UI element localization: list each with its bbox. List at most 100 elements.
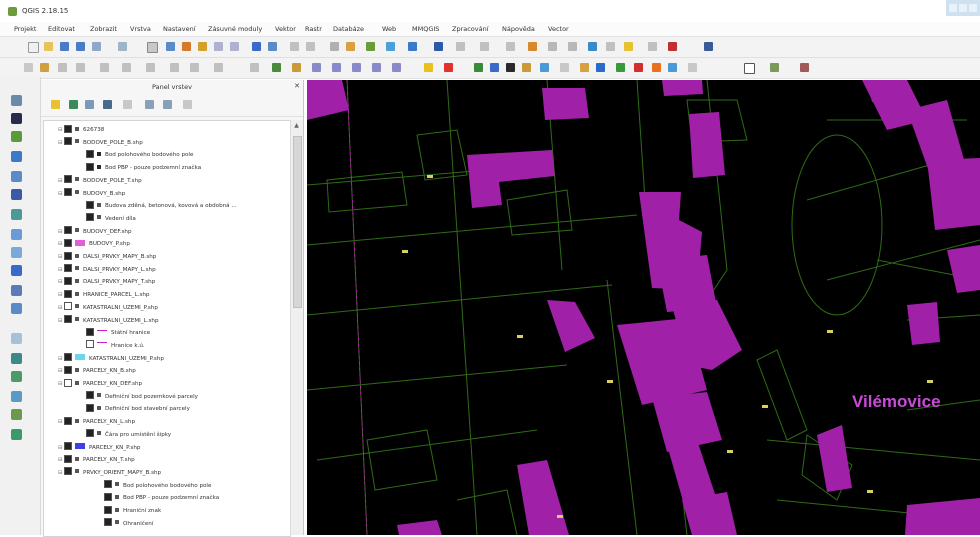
- add-postgis-icon[interactable]: [506, 63, 515, 72]
- label-icon[interactable]: [272, 63, 281, 72]
- map-drawing[interactable]: [307, 80, 980, 535]
- menu-web[interactable]: Web: [382, 25, 396, 33]
- layer-visibility-checkbox[interactable]: [104, 505, 112, 514]
- add-delimited-icon[interactable]: [580, 63, 589, 72]
- toggle-editing-icon[interactable]: [40, 63, 49, 72]
- window-controls[interactable]: [946, 0, 980, 16]
- layer-visibility-checkbox[interactable]: [86, 200, 94, 209]
- layer-tree-item[interactable]: ⊟ BODOVE_POLE_T.shp: [58, 175, 142, 187]
- rectangle-icon[interactable]: [744, 63, 755, 74]
- field-calculator-icon[interactable]: [528, 42, 537, 51]
- add-delimited-text-icon[interactable]: [11, 333, 22, 344]
- menu-projekt[interactable]: Projekt: [14, 25, 36, 33]
- highlight-icon[interactable]: [424, 63, 433, 72]
- close-icon[interactable]: [969, 4, 977, 12]
- browser-icon[interactable]: [688, 63, 697, 72]
- zoom-last-icon[interactable]: [290, 42, 299, 51]
- layer-tree-item[interactable]: Státní hranice: [80, 327, 150, 339]
- add-spatialite-layer-icon[interactable]: [11, 209, 22, 220]
- new-project-icon[interactable]: [28, 42, 39, 53]
- remove-layer-icon[interactable]: [634, 63, 643, 72]
- layer-tree-item[interactable]: ⊟ DALSI_PRVKY_MAPY_L.shp: [58, 264, 156, 276]
- layer-tree-item[interactable]: ⊟ PARCELY_KN_B.shp: [58, 365, 136, 377]
- layer-tree-item[interactable]: ⊟ 626738: [58, 124, 104, 136]
- layer-visibility-checkbox[interactable]: [104, 492, 112, 501]
- zoom-layer-icon[interactable]: [268, 42, 277, 51]
- layer-tree-item[interactable]: Hranice k.ú.: [80, 340, 145, 352]
- layer-tree-item[interactable]: ⊟ BUDOVY_DEF.shp: [58, 226, 132, 238]
- layer-visibility-checkbox[interactable]: [64, 264, 72, 273]
- layer-visibility-checkbox[interactable]: [86, 391, 94, 400]
- statistics-icon[interactable]: [548, 42, 557, 51]
- layer-tree-item[interactable]: ⊟ PARCELY_KN_T.shp: [58, 454, 135, 466]
- plugin-icon[interactable]: [704, 42, 713, 51]
- layer-tree-item[interactable]: ⊟ PRVKY_ORIENT_MAPY_B.shp: [58, 467, 161, 479]
- menu-zpracovani[interactable]: Zpracování: [452, 25, 489, 33]
- add-line-layer-icon[interactable]: [11, 131, 22, 142]
- menu-vektor[interactable]: Vektor: [275, 25, 296, 33]
- add-virtual-layer-icon[interactable]: [11, 285, 22, 296]
- new-spatialite-icon[interactable]: [616, 63, 625, 72]
- layer-visibility-checkbox[interactable]: [64, 124, 72, 133]
- layer-visibility-checkbox[interactable]: [86, 213, 94, 222]
- filter-legend-icon[interactable]: [103, 100, 112, 109]
- save-edits-icon[interactable]: [58, 63, 67, 72]
- add-vector-layer-icon[interactable]: [474, 63, 483, 72]
- georeferencer-icon[interactable]: [668, 63, 677, 72]
- scroll-up-icon[interactable]: ▲: [292, 122, 301, 131]
- help-icon[interactable]: [648, 42, 657, 51]
- layer-tree-item[interactable]: Vedení díla: [80, 213, 136, 225]
- add-wms-layer-icon[interactable]: [11, 189, 22, 200]
- layer-visibility-checkbox[interactable]: [86, 149, 94, 158]
- layer-tree-item[interactable]: Bod PBP - pouze podzemní značka: [80, 162, 201, 174]
- marker-icon[interactable]: [444, 63, 453, 72]
- open-project-icon[interactable]: [44, 42, 53, 51]
- text-annotation-icon[interactable]: [624, 42, 633, 51]
- menu-rastr[interactable]: Rastr: [305, 25, 322, 33]
- label-change-icon[interactable]: [372, 63, 381, 72]
- copy-features-icon[interactable]: [190, 63, 199, 72]
- menu-editovat[interactable]: Editovat: [48, 25, 75, 33]
- delete-selected-icon[interactable]: [146, 63, 155, 72]
- layer-tree-item[interactable]: Bod polohového bodového pole: [98, 480, 211, 492]
- layer-tree-item[interactable]: ⊟ BODOVE_POLE_B.shp: [58, 137, 143, 149]
- add-feature-icon[interactable]: [76, 63, 85, 72]
- layer-visibility-checkbox[interactable]: [64, 416, 72, 425]
- new-shapefile-icon[interactable]: [596, 63, 605, 72]
- layer-visibility-checkbox[interactable]: [104, 518, 112, 527]
- new-bookmark-icon[interactable]: [330, 42, 339, 51]
- add-wcs-icon[interactable]: [11, 303, 22, 314]
- zoom-full-icon[interactable]: [230, 42, 239, 51]
- layer-tree-item[interactable]: Čára pro umístění šipky: [80, 429, 171, 441]
- menu-vector[interactable]: Vector: [548, 25, 569, 33]
- composer-manager-icon[interactable]: [118, 42, 127, 51]
- zoom-native-icon[interactable]: [214, 42, 223, 51]
- grass-icon[interactable]: [770, 63, 779, 72]
- add-wfs-layer-icon[interactable]: [11, 371, 22, 382]
- zoom-in-icon[interactable]: [182, 42, 191, 51]
- layer-visibility-checkbox[interactable]: [64, 251, 72, 260]
- layer-visibility-checkbox[interactable]: [86, 327, 94, 336]
- identify-icon[interactable]: [386, 42, 395, 51]
- layer-manager-icon[interactable]: [11, 95, 22, 106]
- layer-tree-item[interactable]: Hraniční znak: [98, 505, 161, 517]
- layer-tree-item[interactable]: ⊟ HRANICE_PARCEL_L.shp: [58, 289, 149, 301]
- layer-tree-item[interactable]: Bod PBP - pouze podzemní značka: [98, 492, 219, 504]
- add-layer-icon[interactable]: [11, 113, 22, 124]
- layer-visibility-checkbox[interactable]: [64, 442, 72, 450]
- layer-visibility-checkbox[interactable]: [64, 226, 72, 235]
- zoom-next-icon[interactable]: [306, 42, 315, 51]
- select-features-icon[interactable]: [434, 42, 443, 51]
- add-wms-icon[interactable]: [540, 63, 549, 72]
- expand-all-icon[interactable]: [145, 100, 154, 109]
- gps-icon[interactable]: [652, 63, 661, 72]
- remove-layer-group-icon[interactable]: [183, 100, 192, 109]
- zoom-out-icon[interactable]: [198, 42, 207, 51]
- add-gpx-icon[interactable]: [11, 353, 22, 364]
- paste-features-icon[interactable]: [214, 63, 223, 72]
- add-postgis-layer-icon[interactable]: [11, 171, 22, 182]
- layer-visibility-checkbox[interactable]: [86, 340, 94, 349]
- add-arcgis-icon[interactable]: [11, 391, 22, 402]
- sum-icon[interactable]: [588, 42, 597, 51]
- move-feature-icon[interactable]: [100, 63, 109, 72]
